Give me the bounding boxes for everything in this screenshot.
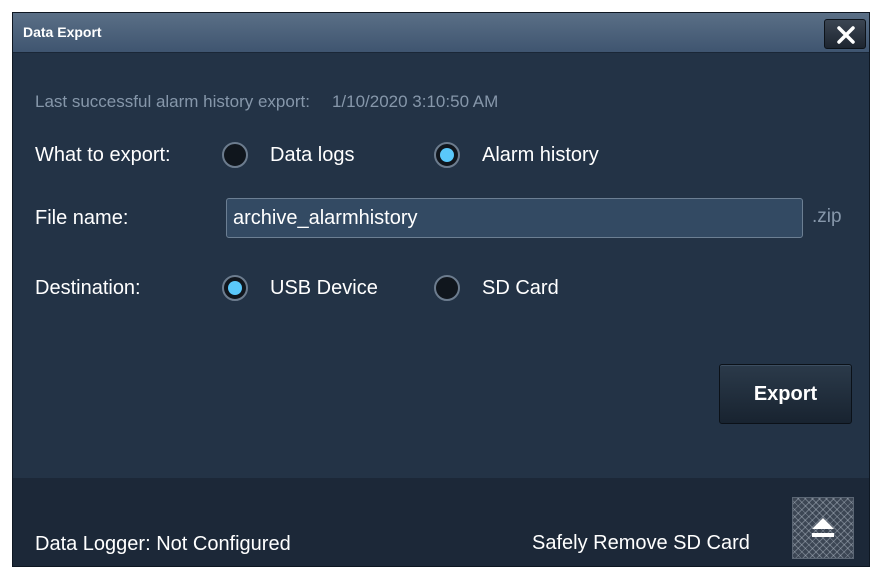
safely-remove-label: Safely Remove SD Card bbox=[532, 532, 750, 554]
file-name-label: File name: bbox=[35, 207, 129, 229]
radio-label-data-logs: Data logs bbox=[270, 143, 355, 166]
file-name-input[interactable] bbox=[226, 198, 803, 238]
radio-usb-device[interactable]: USB Device bbox=[222, 275, 378, 301]
last-export-label: Last successful alarm history export: bbox=[35, 92, 310, 111]
file-extension: .zip bbox=[812, 206, 842, 227]
close-icon bbox=[837, 26, 855, 44]
eject-icon bbox=[812, 518, 834, 537]
what-to-export-label: What to export: bbox=[35, 144, 171, 166]
export-button[interactable]: Export bbox=[719, 364, 852, 424]
radio-circle bbox=[434, 275, 460, 301]
radio-label-sd-card: SD Card bbox=[482, 276, 559, 299]
last-export-info: Last successful alarm history export: 1/1… bbox=[35, 92, 498, 112]
radio-circle-selected bbox=[434, 142, 460, 168]
eject-sd-card-button[interactable] bbox=[792, 497, 854, 559]
radio-alarm-history[interactable]: Alarm history bbox=[434, 142, 599, 168]
close-button[interactable] bbox=[824, 19, 866, 49]
radio-label-alarm-history: Alarm history bbox=[482, 143, 599, 166]
last-export-timestamp: 1/10/2020 3:10:50 AM bbox=[331, 92, 499, 111]
radio-sd-card[interactable]: SD Card bbox=[434, 275, 559, 301]
data-export-dialog: Data Export Last successful alarm histor… bbox=[12, 12, 870, 567]
data-logger-status: Data Logger: Not Configured bbox=[35, 533, 291, 555]
radio-label-usb-device: USB Device bbox=[270, 276, 378, 299]
radio-circle bbox=[222, 142, 248, 168]
destination-label: Destination: bbox=[35, 277, 141, 299]
title-bar: Data Export bbox=[13, 13, 869, 53]
dialog-title: Data Export bbox=[23, 24, 102, 40]
radio-circle-selected bbox=[222, 275, 248, 301]
radio-data-logs[interactable]: Data logs bbox=[222, 142, 355, 168]
